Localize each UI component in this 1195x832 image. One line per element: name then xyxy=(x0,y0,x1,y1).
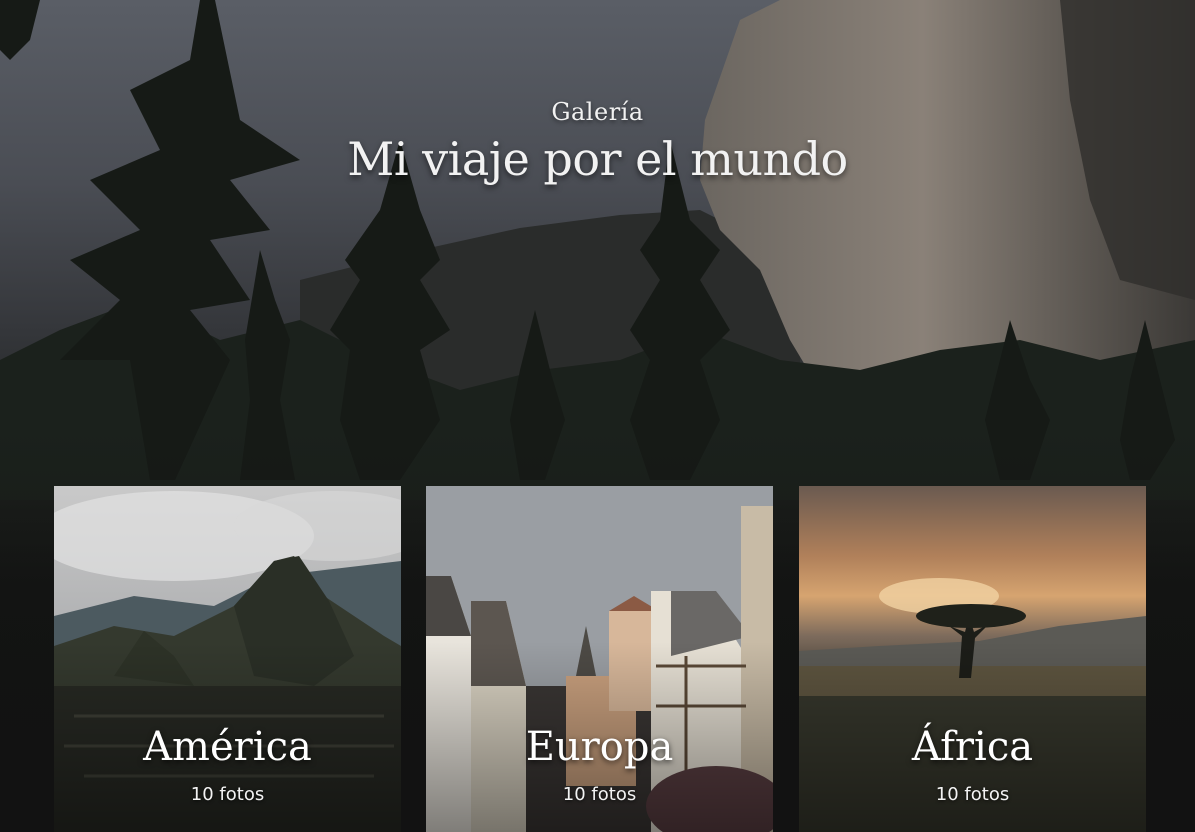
card-photo-count: 10 fotos xyxy=(935,784,1010,805)
gallery-card-africa[interactable]: África 10 fotos xyxy=(799,486,1146,832)
card-title: Europa xyxy=(525,724,674,770)
card-photo-count: 10 fotos xyxy=(562,784,637,805)
hero-title: Mi viaje por el mundo xyxy=(347,132,848,186)
card-title: América xyxy=(143,724,312,770)
card-title: África xyxy=(911,724,1034,770)
gallery-card-europa[interactable]: Europa 10 fotos xyxy=(426,486,773,832)
hero-subtitle: Galería xyxy=(551,98,644,126)
hero-heading: Galería Mi viaje por el mundo xyxy=(0,98,1195,186)
card-photo-count: 10 fotos xyxy=(190,784,265,805)
gallery-card-america[interactable]: América 10 fotos xyxy=(54,486,401,832)
